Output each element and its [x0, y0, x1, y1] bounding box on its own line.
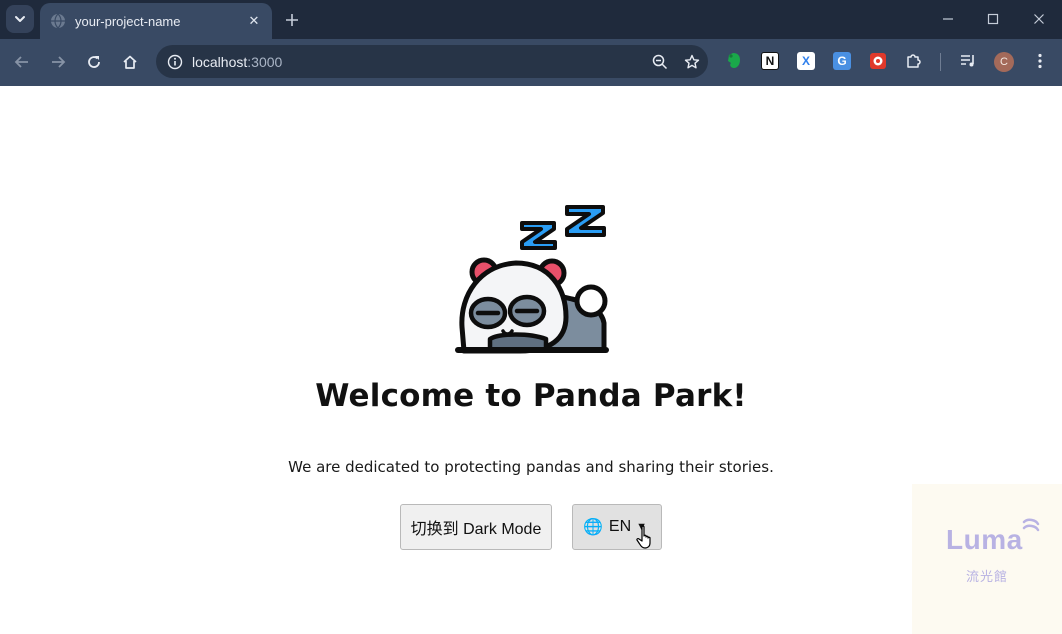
page-viewport: Welcome to Panda Park! We are dedicated …: [0, 86, 1062, 634]
x-extension-icon: X: [797, 52, 815, 70]
toolbar-divider: [940, 53, 941, 71]
maximize-button[interactable]: [982, 8, 1004, 30]
url-text: localhost:3000: [192, 54, 644, 70]
reload-button[interactable]: [81, 49, 107, 75]
notion-extension-button[interactable]: N: [760, 51, 780, 71]
chevron-down-icon: [15, 16, 25, 22]
tab-title: your-project-name: [75, 13, 181, 29]
notion-extension-icon: N: [761, 52, 779, 70]
minimize-button[interactable]: [937, 8, 959, 30]
address-bar[interactable]: localhost:3000: [156, 45, 708, 78]
watermark-logo: Luma: [946, 524, 1023, 555]
evernote-extension-button[interactable]: [724, 51, 744, 71]
red-extension-icon: [870, 53, 886, 69]
back-button[interactable]: [9, 49, 35, 75]
tab-close-icon[interactable]: ✕: [246, 14, 262, 29]
star-icon: [684, 54, 700, 68]
kebab-menu-icon: [1038, 53, 1042, 69]
close-window-button[interactable]: [1028, 8, 1050, 30]
close-icon: [1034, 14, 1044, 24]
watermark-subtitle: 流光館: [966, 570, 1009, 585]
puzzle-icon: [907, 54, 921, 68]
page-subtitle: We are dedicated to protecting pandas an…: [288, 458, 774, 476]
extensions-menu-button[interactable]: [904, 51, 924, 71]
zoom-button[interactable]: [644, 54, 676, 70]
globe-favicon-icon: [51, 13, 65, 29]
maximize-icon: [987, 13, 999, 25]
globe-icon: 🌐: [582, 519, 603, 536]
x-extension-button[interactable]: X: [796, 51, 816, 71]
browser-chrome: your-project-name ✕ localhost:3000 N X G…: [0, 0, 1062, 86]
translate-extension-icon: G: [833, 52, 851, 70]
reload-icon: [88, 56, 100, 68]
minimize-icon: [943, 18, 953, 20]
zoom-out-icon: [652, 54, 668, 69]
site-info-button[interactable]: [158, 54, 192, 70]
plus-icon: [286, 14, 298, 26]
sleeping-panda-icon: [455, 205, 609, 354]
hand-cursor-icon: [636, 525, 651, 549]
evernote-extension-icon: [728, 53, 740, 68]
browser-menu-button[interactable]: [1030, 51, 1050, 71]
tab-search-button[interactable]: [6, 5, 34, 33]
new-tab-button[interactable]: [280, 8, 304, 32]
profile-avatar[interactable]: C: [994, 52, 1014, 72]
page-title: Welcome to Panda Park!: [315, 378, 747, 414]
info-icon: [167, 54, 183, 69]
url-port: :3000: [247, 53, 283, 70]
red-extension-button[interactable]: [868, 51, 888, 71]
browser-toolbar: localhost:3000 N X G: [0, 39, 1062, 86]
arrow-left-icon: [14, 56, 28, 68]
forward-button[interactable]: [45, 49, 71, 75]
tab-strip: your-project-name ✕: [0, 0, 1062, 39]
watermark-mark-icon: [1022, 518, 1040, 532]
home-button[interactable]: [117, 49, 143, 75]
media-controls-button[interactable]: [958, 51, 978, 71]
dark-mode-toggle-button[interactable]: 切换到 Dark Mode: [400, 504, 552, 550]
url-host: localhost: [192, 53, 248, 70]
language-label: EN: [608, 518, 632, 535]
watermark: Luma 流光館: [912, 484, 1062, 634]
bookmark-button[interactable]: [676, 54, 708, 70]
arrow-right-icon: [52, 56, 66, 68]
home-icon: [123, 55, 137, 69]
playlist-icon: [961, 55, 974, 67]
translate-extension-button[interactable]: G: [832, 51, 852, 71]
tab-active[interactable]: your-project-name ✕: [40, 3, 272, 39]
